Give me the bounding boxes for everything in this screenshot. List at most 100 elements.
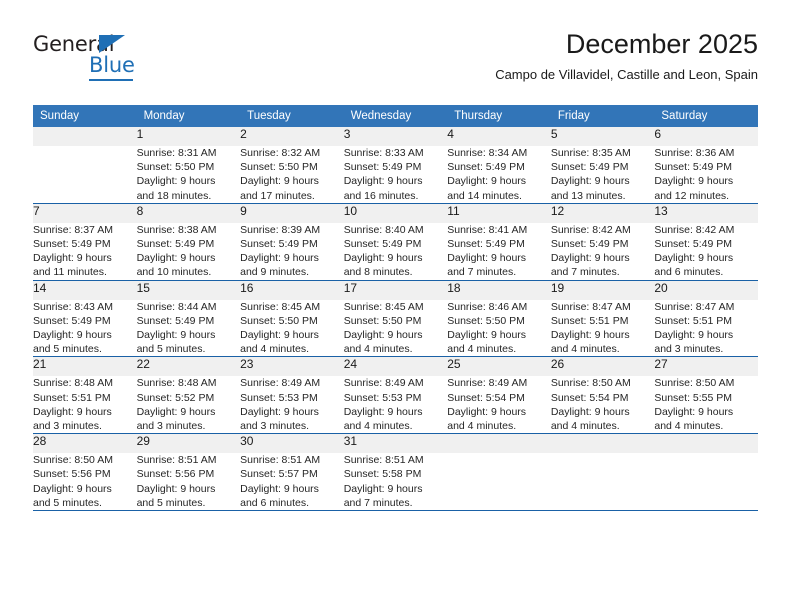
week-divider-line [33,510,758,512]
day-number-empty [33,127,137,146]
sunset-text: Sunset: 5:49 PM [343,238,422,251]
sunrise-text: Sunrise: 8:48 AM [136,377,217,390]
day-number: 28 [33,434,137,454]
day-number: 14 [33,280,137,300]
daylight-line2-text: and 18 minutes. [136,189,212,202]
day-number: 4 [447,127,551,146]
day-cell: Sunrise: 8:45 AM Sunset: 5:50 PM Daylight:… [344,300,448,357]
generalblue-logo[interactable]: General Blue [33,32,213,88]
daylight-line1-text: Daylight: 9 hours [343,329,423,342]
sunrise-text: Sunrise: 8:34 AM [447,147,528,159]
sunrise-text: Sunrise: 8:41 AM [447,223,528,236]
daylight-line1-text: Daylight: 9 hours [654,175,734,188]
weekday-header-friday: Friday [550,105,655,127]
sunset-text: Sunset: 5:51 PM [33,391,111,404]
sunrise-sunset-calendar: Sunday Monday Tuesday Wednesday Thursday… [33,105,758,512]
daylight-line2-text: and 6 minutes. [654,266,724,279]
daylight-line2-text: and 10 minutes. [136,266,212,279]
sunset-text: Sunset: 5:54 PM [550,391,629,404]
daylight-line1-text: Daylight: 9 hours [343,482,423,495]
daylight-line2-text: and 14 minutes. [447,189,522,202]
day-cell: Sunrise: 8:50 AM Sunset: 5:56 PM Daylight:… [33,453,137,510]
week-row-daynumbers: 21 22 23 24 25 26 27 [33,357,758,377]
daylight-line1-text: Daylight: 9 hours [550,405,630,418]
week-row-daynumbers: 123456 [33,127,758,146]
day-number: 9 [240,203,344,223]
title-block: December 2025 Campo de Villavidel, Casti… [495,28,758,84]
daylight-line1-text: Daylight: 9 hours [33,329,112,342]
weekday-header-sunday: Sunday [33,105,137,127]
daylight-line1-text: Daylight: 9 hours [136,175,216,188]
sunset-text: Sunset: 5:50 PM [240,161,318,174]
day-cell: Sunrise: 8:38 AM Sunset: 5:49 PM Daylight:… [137,223,241,280]
week-row-daynumbers: 14 15 16 17 18 19 20 [33,280,758,300]
week-row-details: Sunrise: 8:50 AM Sunset: 5:56 PM Daylight:… [33,453,758,510]
day-number: 31 [343,434,448,454]
logo-text-blue: Blue [89,53,135,77]
day-number: 7 [33,203,137,223]
day-cell: Sunrise: 8:49 AM Sunset: 5:53 PM Daylight:… [240,376,344,433]
page-title: December 2025 [565,29,758,59]
day-cell-empty [551,453,655,510]
sunrise-text: Sunrise: 8:43 AM [33,300,113,313]
day-cell: Sunrise: 8:32 AM Sunset: 5:50 PM Daylight:… [240,146,344,203]
daylight-line1-text: Daylight: 9 hours [447,405,527,418]
daylight-line2-text: and 3 minutes. [136,420,206,433]
daylight-line1-text: Daylight: 9 hours [447,175,527,188]
daylight-line1-text: Daylight: 9 hours [343,175,423,188]
day-cell: Sunrise: 8:48 AM Sunset: 5:51 PM Daylight:… [33,376,137,433]
week-row-details: Sunrise: 8:31 AM Sunset: 5:50 PM Daylight:… [33,146,758,203]
sunrise-text: Sunrise: 8:42 AM [654,223,735,236]
day-cell: Sunrise: 8:49 AM Sunset: 5:54 PM Daylight:… [447,376,551,433]
daylight-line2-text: and 4 minutes. [343,420,413,433]
calendar-page: General Blue December 2025 Campo de Vill… [0,0,792,612]
day-cell: Sunrise: 8:42 AM Sunset: 5:49 PM Daylight:… [654,223,758,280]
day-cell: Sunrise: 8:50 AM Sunset: 5:55 PM Daylight:… [654,376,758,433]
day-cell: Sunrise: 8:39 AM Sunset: 5:49 PM Daylight:… [240,223,344,280]
daylight-line2-text: and 4 minutes. [447,343,517,356]
day-number: 30 [240,434,344,454]
sunrise-text: Sunrise: 8:49 AM [240,377,321,390]
sunrise-text: Sunrise: 8:48 AM [33,377,113,390]
sunset-text: Sunset: 5:56 PM [33,468,111,481]
weekday-header-monday: Monday [136,105,241,127]
day-cell: Sunrise: 8:31 AM Sunset: 5:50 PM Daylight:… [137,146,241,203]
daylight-line1-text: Daylight: 9 hours [550,329,630,342]
daylight-line1-text: Daylight: 9 hours [550,252,630,265]
day-number: 13 [654,203,758,223]
sunset-text: Sunset: 5:53 PM [343,391,422,404]
sunset-text: Sunset: 5:53 PM [240,391,318,404]
sunrise-text: Sunrise: 8:51 AM [343,454,424,467]
day-number: 6 [654,127,758,146]
sunset-text: Sunset: 5:51 PM [550,314,629,327]
daylight-line2-text: and 16 minutes. [343,189,419,202]
weekday-header-saturday: Saturday [654,105,758,127]
daylight-line2-text: and 3 minutes. [240,420,310,433]
day-number: 16 [240,280,344,300]
daylight-line2-text: and 4 minutes. [240,343,310,356]
week-row-details: Sunrise: 8:37 AM Sunset: 5:49 PM Daylight:… [33,223,758,280]
daylight-line1-text: Daylight: 9 hours [136,252,216,265]
calendar-body: 1 2 3 4 5 6 Sunrise: 8:31 AM Sunset: 5:50 PM Day… [33,127,758,512]
day-cell: Sunrise: 8:48 AM Sunset: 5:52 PM Daylight:… [137,376,241,433]
week-row-daynumbers: 28 29 30 31 [33,434,758,454]
daylight-line1-text: Daylight: 9 hours [343,405,423,418]
weekday-header-tuesday: Tuesday [240,105,344,127]
weekday-header-row: Sunday Monday Tuesday Wednesday Thursday… [33,105,758,127]
daylight-line2-text: and 7 minutes. [343,496,413,509]
sunset-text: Sunset: 5:51 PM [654,314,733,327]
sunrise-text: Sunrise: 8:50 AM [654,377,735,390]
day-cell-empty [33,146,137,203]
daylight-line1-text: Daylight: 9 hours [33,482,112,495]
day-number: 21 [33,357,137,377]
day-number: 22 [136,357,241,377]
day-number: 26 [550,357,655,377]
sunset-text: Sunset: 5:52 PM [136,391,215,404]
daylight-line2-text: and 4 minutes. [550,420,620,433]
sunrise-text: Sunrise: 8:49 AM [447,377,528,390]
daylight-line2-text: and 5 minutes. [33,343,102,356]
daylight-line2-text: and 4 minutes. [447,420,517,433]
day-number: 11 [447,203,551,223]
sunset-text: Sunset: 5:50 PM [447,314,525,327]
daylight-line2-text: and 5 minutes. [136,496,206,509]
